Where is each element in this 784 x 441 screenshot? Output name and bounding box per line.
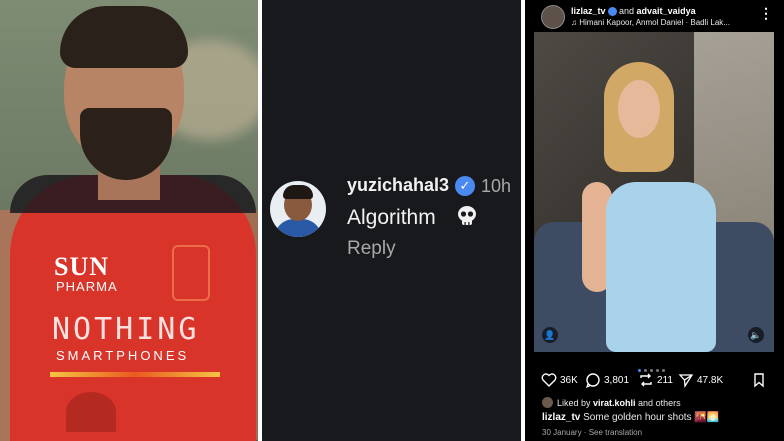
- avatar-hair: [283, 185, 313, 199]
- liked-by-user[interactable]: virat.kohli: [593, 398, 636, 408]
- reply-button[interactable]: Reply: [347, 238, 396, 260]
- comment-text: Algorithm: [347, 206, 436, 229]
- liked-by-suffix: and others: [635, 398, 681, 408]
- caption-text: Some golden hour shots 🌇🌅: [580, 412, 720, 423]
- jersey-stripe: [50, 372, 220, 377]
- liked-by-avatar[interactable]: [542, 397, 553, 408]
- verified-badge-icon: ✓: [455, 176, 475, 196]
- commenter-avatar[interactable]: [270, 181, 326, 237]
- liked-by-line[interactable]: Liked by virat.kohli and others: [557, 398, 681, 408]
- skull-icon: [458, 206, 476, 225]
- liked-by-prefix: Liked by: [557, 398, 594, 408]
- mute-icon[interactable]: 🔈: [748, 327, 764, 343]
- more-options-icon[interactable]: ⋮: [759, 6, 773, 20]
- author-second[interactable]: advait_vaidya: [637, 6, 696, 16]
- author-first[interactable]: lizlaz_tv: [571, 6, 606, 16]
- heart-icon[interactable]: [541, 372, 557, 388]
- repost-icon[interactable]: [638, 372, 654, 388]
- comments-count[interactable]: 3,801: [604, 375, 629, 386]
- post-caption: lizlaz_tv Some golden hour shots 🌇🌅: [542, 412, 719, 423]
- shares-count[interactable]: 47.8K: [697, 375, 723, 386]
- hair: [60, 6, 188, 68]
- jersey-sponsor-nothing: NOTHING: [52, 312, 200, 347]
- music-info[interactable]: ♫ Himani Kapoor, Anmol Daniel · Badli La…: [571, 18, 730, 27]
- carousel-dot: [656, 369, 659, 372]
- lion-emblem-icon: [66, 392, 116, 432]
- bookmark-icon[interactable]: [751, 372, 767, 388]
- post-authors[interactable]: lizlaz_tv and advait_vaidya: [571, 6, 696, 17]
- jersey: [10, 175, 256, 441]
- jersey-sponsor-smartphones: SMARTPHONES: [56, 348, 190, 363]
- comment-username[interactable]: yuzichahal3: [347, 175, 449, 196]
- player-photo: SUN PHARMA NOTHING SMARTPHONES: [0, 0, 258, 441]
- team-crest-icon: [172, 245, 210, 301]
- comment-timestamp: 10h: [481, 176, 512, 196]
- share-icon[interactable]: [678, 372, 694, 388]
- verified-badge-icon: [607, 7, 617, 17]
- caption-user[interactable]: lizlaz_tv: [542, 412, 580, 423]
- likes-count[interactable]: 36K: [560, 375, 578, 386]
- jersey-sponsor-sun: SUN: [54, 252, 110, 281]
- reposts-count[interactable]: 211: [657, 375, 673, 386]
- author-and: and: [616, 6, 637, 16]
- dress: [606, 182, 716, 352]
- avatar-shirt: [274, 219, 322, 237]
- post-photo[interactable]: [534, 32, 774, 352]
- jersey-sponsor-pharma: PHARMA: [56, 279, 118, 294]
- carousel-dot: [662, 369, 665, 372]
- post-author-avatar[interactable]: [541, 5, 565, 29]
- user-tag-icon[interactable]: 👤: [542, 327, 558, 343]
- post-date[interactable]: 30 January · See translation: [542, 428, 642, 437]
- face: [618, 80, 660, 138]
- comment-icon[interactable]: [585, 372, 601, 388]
